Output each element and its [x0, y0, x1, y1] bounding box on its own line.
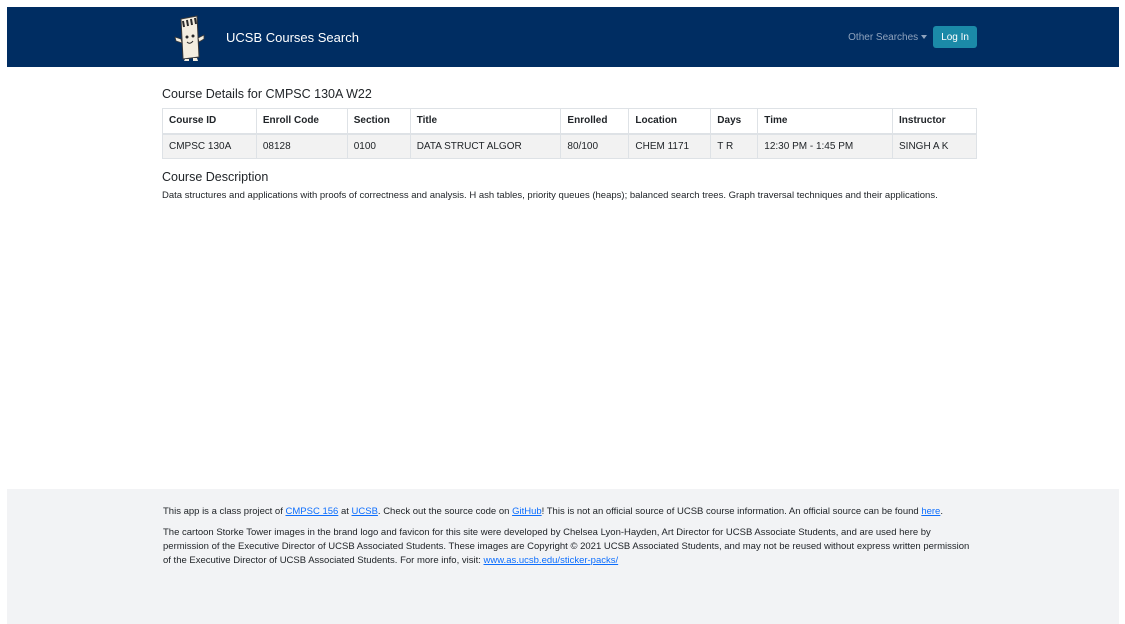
table-cell: T R — [710, 133, 758, 159]
official-source-link[interactable]: here — [921, 506, 940, 517]
table-cell: 08128 — [255, 133, 348, 159]
main-content: Course Details for CMPSC 130A W22 Course… — [162, 87, 977, 203]
footer-text: . Check out the source code on — [377, 506, 513, 517]
storke-tower-logo-icon — [174, 15, 205, 61]
course-table: Course ID Enroll Code Section Title Enro… — [162, 108, 977, 159]
table-cell: CMPSC 130A — [162, 133, 257, 159]
column-header: Days — [710, 108, 758, 135]
table-cell: CHEM 1171 — [628, 133, 711, 159]
table-row: CMPSC 130A 08128 0100 DATA STRUCT ALGOR … — [162, 133, 977, 159]
column-header: Time — [757, 108, 893, 135]
footer: This app is a class project of CMPSC 156… — [7, 489, 1119, 624]
other-searches-label: Other Searches — [848, 31, 919, 43]
sticker-packs-link[interactable]: www.as.ucsb.edu/sticker-packs/ — [484, 555, 619, 566]
table-cell: SINGH A K — [892, 133, 977, 159]
footer-text: This app is a class project of — [163, 506, 286, 517]
column-header: Location — [628, 108, 711, 135]
footer-text: ! This is not an official source of UCSB… — [541, 506, 922, 517]
column-header: Enroll Code — [255, 108, 348, 135]
navbar: UCSB Courses Search Other Searches Log I… — [7, 7, 1119, 67]
column-header: Instructor — [892, 108, 977, 135]
brand[interactable]: UCSB Courses Search — [171, 7, 359, 67]
column-header: Enrolled — [560, 108, 629, 135]
footer-project-info: This app is a class project of CMPSC 156… — [163, 505, 978, 519]
course-details-heading: Course Details for CMPSC 130A W22 — [162, 87, 372, 101]
column-header: Section — [346, 108, 411, 135]
other-searches-dropdown[interactable]: Other Searches — [848, 31, 928, 43]
table-cell: 12:30 PM - 1:45 PM — [757, 133, 893, 159]
footer-text: at — [338, 506, 352, 517]
footer-copyright-info: The cartoon Storke Tower images in the b… — [163, 526, 978, 568]
brand-title: UCSB Courses Search — [226, 29, 359, 45]
column-header: Title — [409, 108, 561, 135]
table-cell: 80/100 — [560, 133, 629, 159]
cmpsc-156-link[interactable]: CMPSC 156 — [286, 506, 339, 517]
caret-down-icon — [921, 35, 928, 39]
table-cell: 0100 — [346, 133, 411, 159]
table-cell: DATA STRUCT ALGOR — [409, 133, 561, 159]
table-header-row: Course ID Enroll Code Section Title Enro… — [162, 108, 977, 135]
column-header: Course ID — [162, 108, 257, 135]
footer-text: . — [940, 506, 943, 517]
login-button[interactable]: Log In — [933, 26, 977, 48]
course-description-heading: Course Description — [162, 170, 269, 184]
github-link[interactable]: GitHub — [512, 506, 542, 517]
course-description-text: Data structures and applications with pr… — [162, 190, 938, 201]
ucsb-link[interactable]: UCSB — [352, 506, 378, 517]
